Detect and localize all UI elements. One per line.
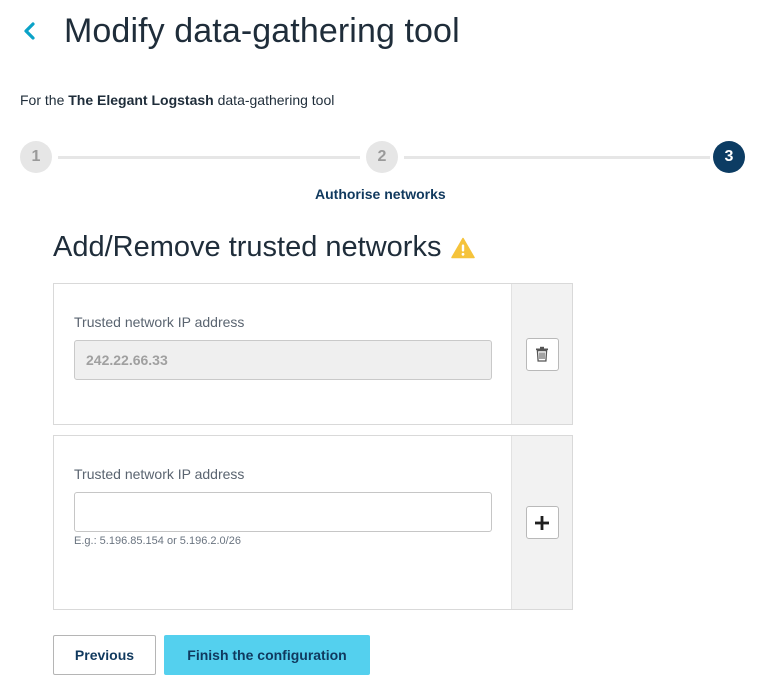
finish-configuration-button[interactable]: Finish the configuration	[164, 635, 370, 675]
add-network-button[interactable]	[525, 506, 559, 539]
trusted-network-card: Trusted network IP address	[53, 283, 573, 425]
step-connector	[404, 156, 710, 159]
step-1-indicator: 1	[20, 141, 52, 173]
trash-icon	[536, 346, 548, 362]
card-action-panel	[511, 436, 572, 609]
tool-subtitle: For the The Elegant Logstash data-gather…	[20, 92, 334, 108]
page-header: Modify data-gathering tool	[22, 8, 460, 54]
ip-address-hint: E.g.: 5.196.85.154 or 5.196.2.0/26	[74, 535, 241, 547]
ip-address-label: Trusted network IP address	[74, 314, 245, 330]
subtitle-prefix: For the	[20, 92, 65, 108]
back-button[interactable]	[22, 11, 52, 51]
ip-address-label: Trusted network IP address	[74, 466, 245, 482]
card-action-panel	[511, 284, 572, 424]
tool-name: The Elegant Logstash	[68, 92, 214, 108]
active-step-label: Authorise networks	[315, 186, 446, 202]
ip-address-input	[74, 340, 492, 380]
ip-address-input[interactable]	[74, 492, 492, 532]
section-title-text: Add/Remove trusted networks	[53, 231, 442, 263]
chevron-left-icon[interactable]	[22, 21, 36, 41]
page-title: Modify data-gathering tool	[64, 11, 460, 50]
step-3-indicator: 3	[713, 141, 745, 173]
new-network-card: Trusted network IP address E.g.: 5.196.8…	[53, 435, 573, 610]
delete-network-button[interactable]	[525, 337, 559, 371]
progress-stepper: 1 2 3	[20, 141, 746, 175]
section-title: Add/Remove trusted networks	[53, 231, 476, 264]
warning-triangle-icon	[451, 237, 476, 259]
step-2-indicator: 2	[366, 141, 398, 173]
previous-button[interactable]: Previous	[53, 635, 156, 675]
step-connector	[58, 156, 360, 159]
plus-icon	[535, 515, 549, 530]
subtitle-suffix: data-gathering tool	[217, 92, 335, 108]
